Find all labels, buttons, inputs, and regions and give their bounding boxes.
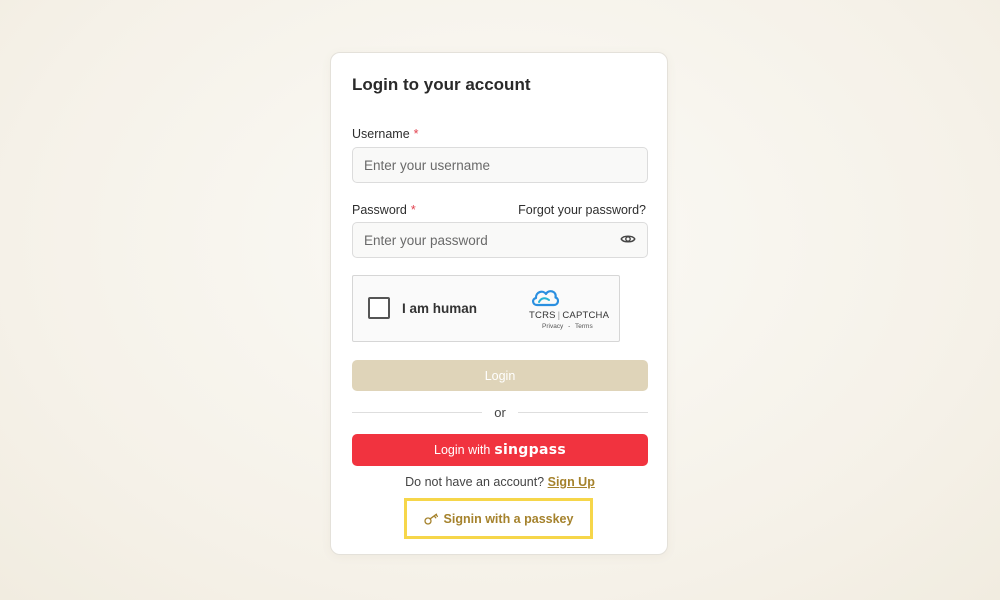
password-label: Password [352,203,407,217]
username-input[interactable] [352,147,648,183]
captcha-links: Privacy - Terms [542,323,593,330]
captcha-checkbox[interactable] [368,297,390,319]
or-divider: or [331,405,669,420]
captcha-brand-left: TCRS [529,310,556,321]
singpass-login-button[interactable]: Login with singpass [352,434,648,466]
passkey-signin-button[interactable]: Signin with a passkey [410,504,587,533]
cloud-icon [532,290,560,307]
page-title: Login to your account [352,75,531,94]
forgot-password-link[interactable]: Forgot your password? [518,203,646,217]
key-icon [423,513,438,525]
signup-prompt: Do not have an account? [405,475,545,489]
signup-row: Do not have an account? Sign Up [331,475,669,489]
or-text: or [488,405,512,420]
captcha-widget: I am human TCRS | CAPTCHA Privacy - Terms [352,275,620,342]
singpass-button-prefix: Login with [434,443,491,457]
signup-link[interactable]: Sign Up [548,475,595,489]
username-label: Username [352,127,410,141]
passkey-label: Signin with a passkey [443,511,574,526]
login-button[interactable]: Login [352,360,648,391]
singpass-logo: singpass [494,442,566,458]
eye-icon[interactable] [620,231,636,247]
captcha-label: I am human [402,301,478,316]
captcha-privacy-link[interactable]: Privacy [542,323,563,330]
username-label-row: Username * [352,127,419,141]
login-card: Login to your account Username* Password… [330,52,668,555]
captcha-brand-separator: | [557,310,561,321]
passkey-highlight: Signin with a passkey [404,498,593,539]
password-label-row: Password * [352,203,416,217]
password-input[interactable] [352,222,648,258]
captcha-links-dash: - [568,323,571,330]
required-asterisk: * [413,127,419,141]
captcha-terms-link[interactable]: Terms [575,323,593,330]
captcha-brand-right: CAPTCHA [562,310,610,321]
required-asterisk: * [410,203,416,217]
captcha-brand: TCRS | CAPTCHA [529,310,609,321]
